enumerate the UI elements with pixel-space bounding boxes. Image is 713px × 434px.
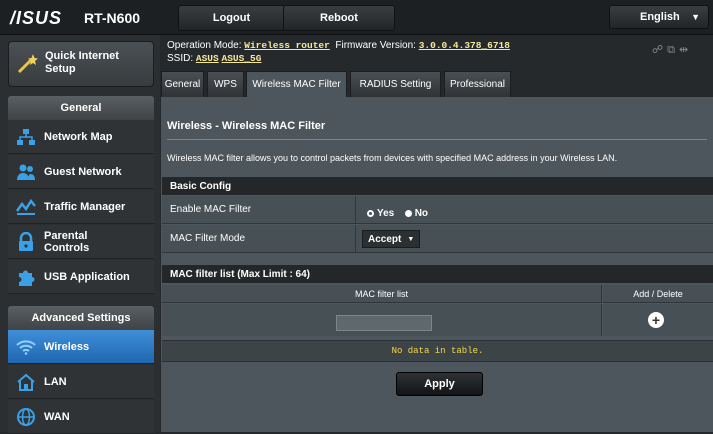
radio-yes-label: Yes <box>377 208 395 219</box>
sidebar-item-network-map[interactable]: Network Map <box>8 120 154 154</box>
quick-setup-line2: Setup <box>45 63 76 75</box>
globe-icon <box>8 407 44 427</box>
sidebar-item-label: Guest Network <box>44 165 122 178</box>
tab-radius-setting[interactable]: RADIUS Setting <box>350 71 441 97</box>
radio-no-label: No <box>414 208 429 219</box>
sidebar-item-label: Traffic Manager <box>44 200 126 213</box>
add-icon[interactable]: + <box>648 312 664 328</box>
status-icons: ☍⧉⇹ <box>652 43 692 57</box>
home-icon <box>8 373 44 391</box>
network-status-icon[interactable]: ⇹ <box>679 44 692 56</box>
radio-no[interactable]: No <box>404 208 429 219</box>
enable-mac-filter-row: Enable MAC Filter Yes No <box>162 196 713 224</box>
mac-filter-mode-label: MAC Filter Mode <box>170 233 246 244</box>
quick-internet-setup-button[interactable]: Quick Internet Setup <box>8 41 154 87</box>
ssid-5g-link[interactable]: ASUS_5G <box>222 53 262 64</box>
sidebar-item-wan[interactable]: WAN <box>8 400 154 434</box>
reboot-button[interactable]: Reboot <box>283 5 395 31</box>
sidebar-item-label: WAN <box>44 410 70 423</box>
sidebar-item-label: LAN <box>44 375 67 388</box>
traffic-manager-icon <box>8 198 44 216</box>
sidebar-item-label: Parental <box>44 229 88 242</box>
puzzle-icon <box>8 267 44 287</box>
sidebar-item-lan[interactable]: LAN <box>8 365 154 399</box>
sidebar-item-label: USB Application <box>44 270 130 283</box>
mac-filter-mode-value: Accept <box>368 233 402 245</box>
sidebar-item-label: Controls <box>44 241 90 254</box>
sidebar-item-parental-controls[interactable]: Parental Controls <box>8 225 154 259</box>
apply-button[interactable]: Apply <box>396 372 483 396</box>
tab-wps[interactable]: WPS <box>207 71 244 97</box>
radio-selected-icon <box>367 210 374 217</box>
tab-wireless-mac-filter[interactable]: Wireless MAC Filter <box>246 71 347 97</box>
page-title: Wireless - Wireless MAC Filter <box>167 120 326 132</box>
sidebar-item-guest-network[interactable]: Guest Network <box>8 155 154 189</box>
mac-filter-mode-row: MAC Filter Mode Accept ▼ <box>162 225 713 253</box>
quick-setup-line1: Quick Internet <box>45 50 119 62</box>
model-name: RT-N600 <box>84 10 141 26</box>
column-header-add-delete: Add / Delete <box>603 285 713 303</box>
advanced-settings-header: Advanced Settings <box>8 306 154 330</box>
firmware-label: Firmware Version: <box>335 40 416 51</box>
mac-filter-list-header: MAC filter list (Max Limit : 64) <box>162 265 713 283</box>
basic-config-header: Basic Config <box>162 177 713 195</box>
lock-icon <box>8 231 44 252</box>
sidebar-item-label: Wireless <box>44 340 90 353</box>
page-description: Wireless MAC filter allows you to contro… <box>167 153 618 163</box>
sidebar-item-traffic-manager[interactable]: Traffic Manager <box>8 190 154 224</box>
sidebar-item-label: Network Map <box>44 130 113 143</box>
status-info: Operation Mode: Wireless router Firmware… <box>167 39 510 65</box>
clients-icon[interactable]: ☍ <box>652 44 667 56</box>
chevron-down-icon: ▼ <box>407 235 415 243</box>
ssid-label: SSID: <box>167 53 194 64</box>
chevron-down-icon: ▼ <box>691 12 700 22</box>
mac-address-input[interactable] <box>336 315 432 331</box>
operation-mode-link[interactable]: Wireless router <box>244 40 330 51</box>
operation-mode-label: Operation Mode: <box>167 40 242 51</box>
firmware-version-link[interactable]: 3.0.0.4.378_6718 <box>419 40 510 51</box>
mac-filter-mode-select[interactable]: Accept ▼ <box>362 230 420 248</box>
network-map-icon <box>8 128 44 146</box>
general-header: General <box>8 96 154 120</box>
enable-radio-group: Yes No <box>367 204 434 222</box>
sidebar-item-usb-application[interactable]: USB Application <box>8 260 154 294</box>
ssid-link[interactable]: ASUS <box>196 53 219 64</box>
tab-professional[interactable]: Professional <box>444 71 511 97</box>
title-divider <box>167 139 707 140</box>
row-divider <box>355 225 356 252</box>
empty-table-message: No data in table. <box>162 340 713 362</box>
asus-logo: /ISUS <box>10 8 63 28</box>
logout-button[interactable]: Logout <box>178 5 285 31</box>
language-label: English <box>640 11 680 23</box>
usb-icon[interactable]: ⧉ <box>667 44 679 56</box>
enable-mac-filter-label: Enable MAC Filter <box>170 204 252 215</box>
tab-general[interactable]: General <box>161 71 204 97</box>
column-header-mac: MAC filter list <box>162 285 602 303</box>
wifi-icon <box>8 339 44 355</box>
radio-unselected-icon <box>404 210 412 217</box>
guest-network-icon <box>8 163 44 181</box>
magic-wand-icon <box>17 54 38 74</box>
sidebar-item-wireless[interactable]: Wireless <box>8 330 154 364</box>
row-divider <box>355 196 356 223</box>
language-select[interactable]: English ▼ <box>609 5 709 29</box>
radio-yes[interactable]: Yes <box>367 208 394 219</box>
